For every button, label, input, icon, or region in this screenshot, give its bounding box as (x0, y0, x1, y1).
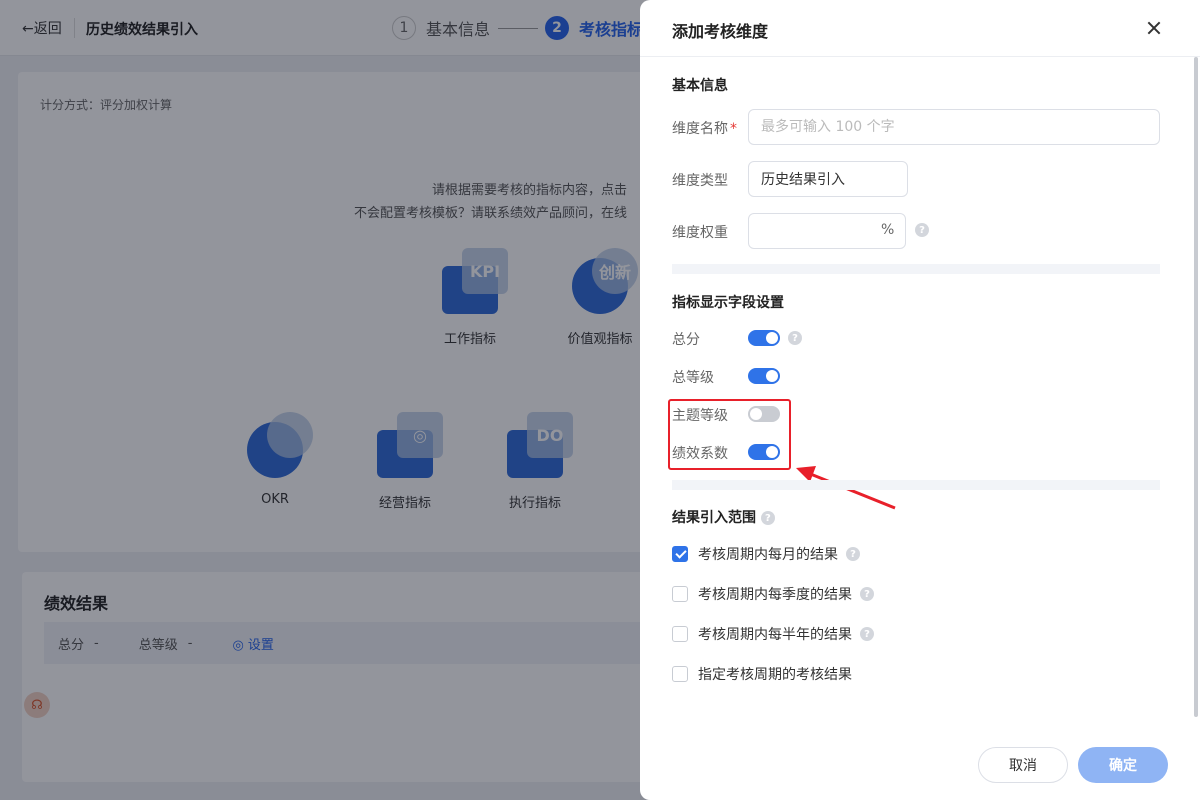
weight-unit: % (881, 222, 895, 238)
range-quarterly[interactable]: 考核周期内每季度的结果 ? (672, 584, 874, 604)
annotation-highlight-box (668, 399, 791, 470)
add-dimension-drawer: 添加考核维度 基本信息 维度名称* 维度类型 维度权重 % ? 指标显示字段设置… (640, 0, 1200, 800)
toggle-total-score[interactable] (748, 330, 780, 346)
range-monthly[interactable]: 考核周期内每月的结果 ? (672, 544, 860, 564)
help-icon[interactable]: ? (860, 627, 874, 641)
toggle-total-grade[interactable] (748, 368, 780, 384)
scrollbar[interactable] (1194, 57, 1198, 717)
range-section-title: 结果引入范围 ? (672, 507, 775, 527)
help-icon[interactable]: ? (760, 511, 775, 525)
basic-info-section-title: 基本信息 (672, 78, 728, 94)
section-divider (672, 264, 1160, 274)
checkbox-quarterly[interactable] (672, 586, 688, 602)
dimension-name-input[interactable] (748, 109, 1160, 145)
dimension-type-label: 维度类型 (672, 173, 728, 189)
toggle-label-total-grade: 总等级 (672, 370, 714, 386)
checkbox-specified[interactable] (672, 666, 688, 682)
checkbox-half-year[interactable] (672, 626, 688, 642)
close-icon[interactable] (1142, 16, 1166, 40)
drawer-header: 添加考核维度 (640, 0, 1200, 57)
help-icon[interactable]: ? (915, 223, 929, 237)
help-icon[interactable]: ? (788, 331, 802, 345)
help-icon[interactable]: ? (846, 547, 860, 561)
drawer-title: 添加考核维度 (672, 22, 769, 41)
dimension-name-label: 维度名称 * (672, 121, 737, 137)
range-specified[interactable]: 指定考核周期的考核结果 (672, 664, 852, 684)
range-half-year[interactable]: 考核周期内每半年的结果 ? (672, 624, 874, 644)
dimension-type-field[interactable] (748, 161, 908, 197)
checkbox-monthly[interactable] (672, 546, 688, 562)
confirm-button[interactable]: 确定 (1078, 747, 1168, 783)
cancel-button[interactable]: 取消 (978, 747, 1068, 783)
fields-section-title: 指标显示字段设置 (672, 295, 784, 311)
section-divider (672, 480, 1160, 490)
help-icon[interactable]: ? (860, 587, 874, 601)
toggle-label-total-score: 总分 (672, 332, 700, 348)
dimension-weight-label: 维度权重 (672, 225, 728, 241)
